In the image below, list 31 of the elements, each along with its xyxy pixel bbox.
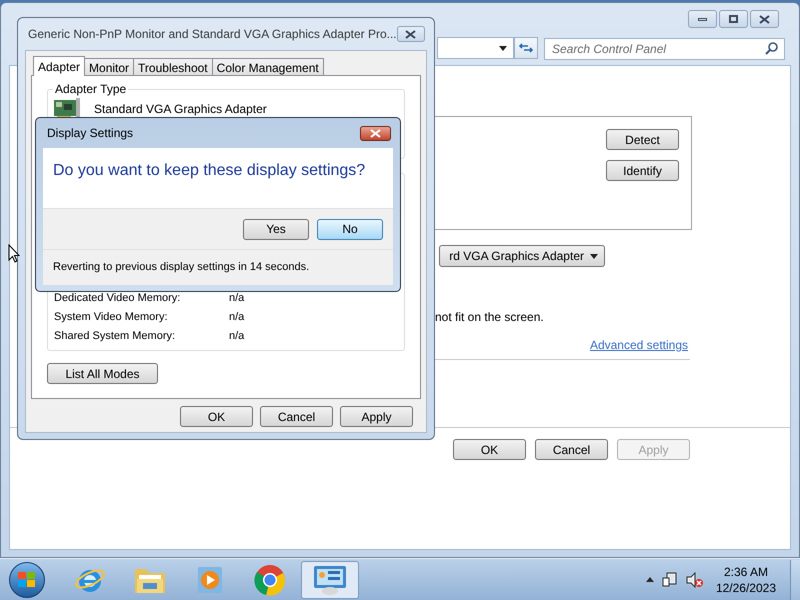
memory-label: System Video Memory: — [54, 310, 169, 325]
info-text: not fit on the screen. — [435, 309, 544, 325]
dialog-button[interactable]: No — [317, 218, 383, 240]
action-button[interactable]: Detect — [606, 129, 679, 150]
dialog-button[interactable]: Yes — [243, 218, 309, 240]
group-title: Adapter Type — [53, 82, 128, 96]
dialog-button[interactable]: Apply — [340, 406, 413, 427]
dialog-button[interactable]: Cancel — [535, 439, 608, 460]
advanced-settings-link[interactable]: Advanced settings — [590, 337, 688, 353]
clock[interactable]: 2:36 AM 12/26/2023 — [716, 564, 776, 596]
action-button[interactable]: Identify — [606, 160, 679, 181]
adapter-dropdown[interactable]: rd VGA Graphics Adapter — [439, 245, 605, 267]
dialog-title: Display Settings — [47, 125, 134, 142]
memory-value: n/a — [229, 329, 244, 344]
memory-value: n/a — [229, 291, 244, 306]
dialog-button[interactable]: OK — [180, 406, 253, 427]
tab[interactable]: Adapter — [33, 56, 86, 76]
adapter-name: Standard VGA Graphics Adapter — [94, 101, 267, 118]
search-field[interactable]: Search Control Panel — [544, 38, 785, 60]
list-all-modes-button[interactable]: List All Modes — [47, 363, 158, 384]
window-title: Generic Non-PnP Monitor and Standard VGA Graphics Adapter Pro... — [28, 26, 397, 43]
tab[interactable]: Monitor — [84, 58, 134, 75]
dialog-button[interactable]: Cancel — [260, 406, 333, 427]
memory-value: n/a — [229, 310, 244, 325]
dialog-button[interactable]: OK — [453, 439, 526, 460]
memory-label: Dedicated Video Memory: — [54, 291, 182, 306]
tab[interactable]: Troubleshoot — [133, 58, 213, 75]
tab[interactable]: Color Management — [212, 58, 324, 75]
countdown-text: Reverting to previous display settings in 14 seconds. — [53, 260, 310, 276]
question-text: Do you want to keep these display settings? — [53, 162, 366, 179]
memory-label: Shared System Memory: — [54, 329, 176, 344]
